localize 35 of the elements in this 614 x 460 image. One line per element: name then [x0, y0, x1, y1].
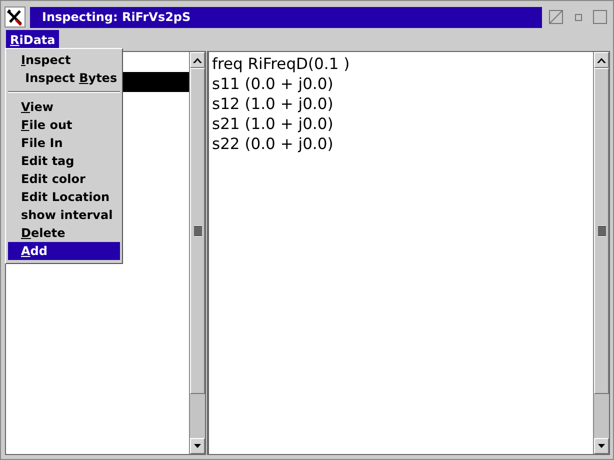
menu-title[interactable]: RiData: [6, 30, 60, 49]
text-line: freq RiFreqD(0.1 ): [212, 54, 351, 74]
grip-icon: [194, 226, 202, 236]
scroll-up-button[interactable]: [594, 52, 609, 68]
menu-item[interactable]: Inspect Bytes: [8, 69, 120, 87]
minimize-button[interactable]: [548, 9, 564, 25]
text-line: s12 (1.0 + j0.0): [212, 94, 334, 114]
menu-item[interactable]: Delete: [8, 224, 120, 242]
menu-item[interactable]: show interval: [8, 206, 120, 224]
scroll-thumb[interactable]: [594, 68, 609, 394]
scroll-down-button[interactable]: [190, 438, 205, 454]
square-icon: [593, 10, 607, 24]
scroll-thumb[interactable]: [190, 68, 205, 394]
menu-item[interactable]: Edit tag: [8, 152, 120, 170]
menu-item[interactable]: Add: [8, 242, 120, 260]
down-arrow-icon: [597, 443, 606, 449]
window-title: Inspecting: RiFrVs2pS: [30, 6, 542, 28]
wrench-icon[interactable]: [4, 6, 26, 28]
menu-item[interactable]: File In: [8, 134, 120, 152]
menu-item[interactable]: File out: [8, 116, 120, 134]
menu-item[interactable]: View: [8, 98, 120, 116]
scroll-up-button[interactable]: [190, 52, 205, 68]
up-arrow-icon: [597, 57, 606, 63]
grip-icon: [598, 226, 606, 236]
down-arrow-icon: [193, 443, 202, 449]
text-line: s21 (1.0 + j0.0): [212, 114, 334, 134]
maximize-button[interactable]: [592, 9, 608, 25]
text-line: s11 (0.0 + j0.0): [212, 74, 334, 94]
menu-item[interactable]: Inspect: [8, 51, 120, 69]
menu-item[interactable]: Edit Location: [8, 188, 120, 206]
slash-icon: [549, 10, 563, 24]
text-line: s22 (0.0 + j0.0): [212, 134, 334, 154]
menu-item[interactable]: Edit color: [8, 170, 120, 188]
up-arrow-icon: [193, 57, 202, 63]
scroll-down-button[interactable]: [594, 438, 609, 454]
